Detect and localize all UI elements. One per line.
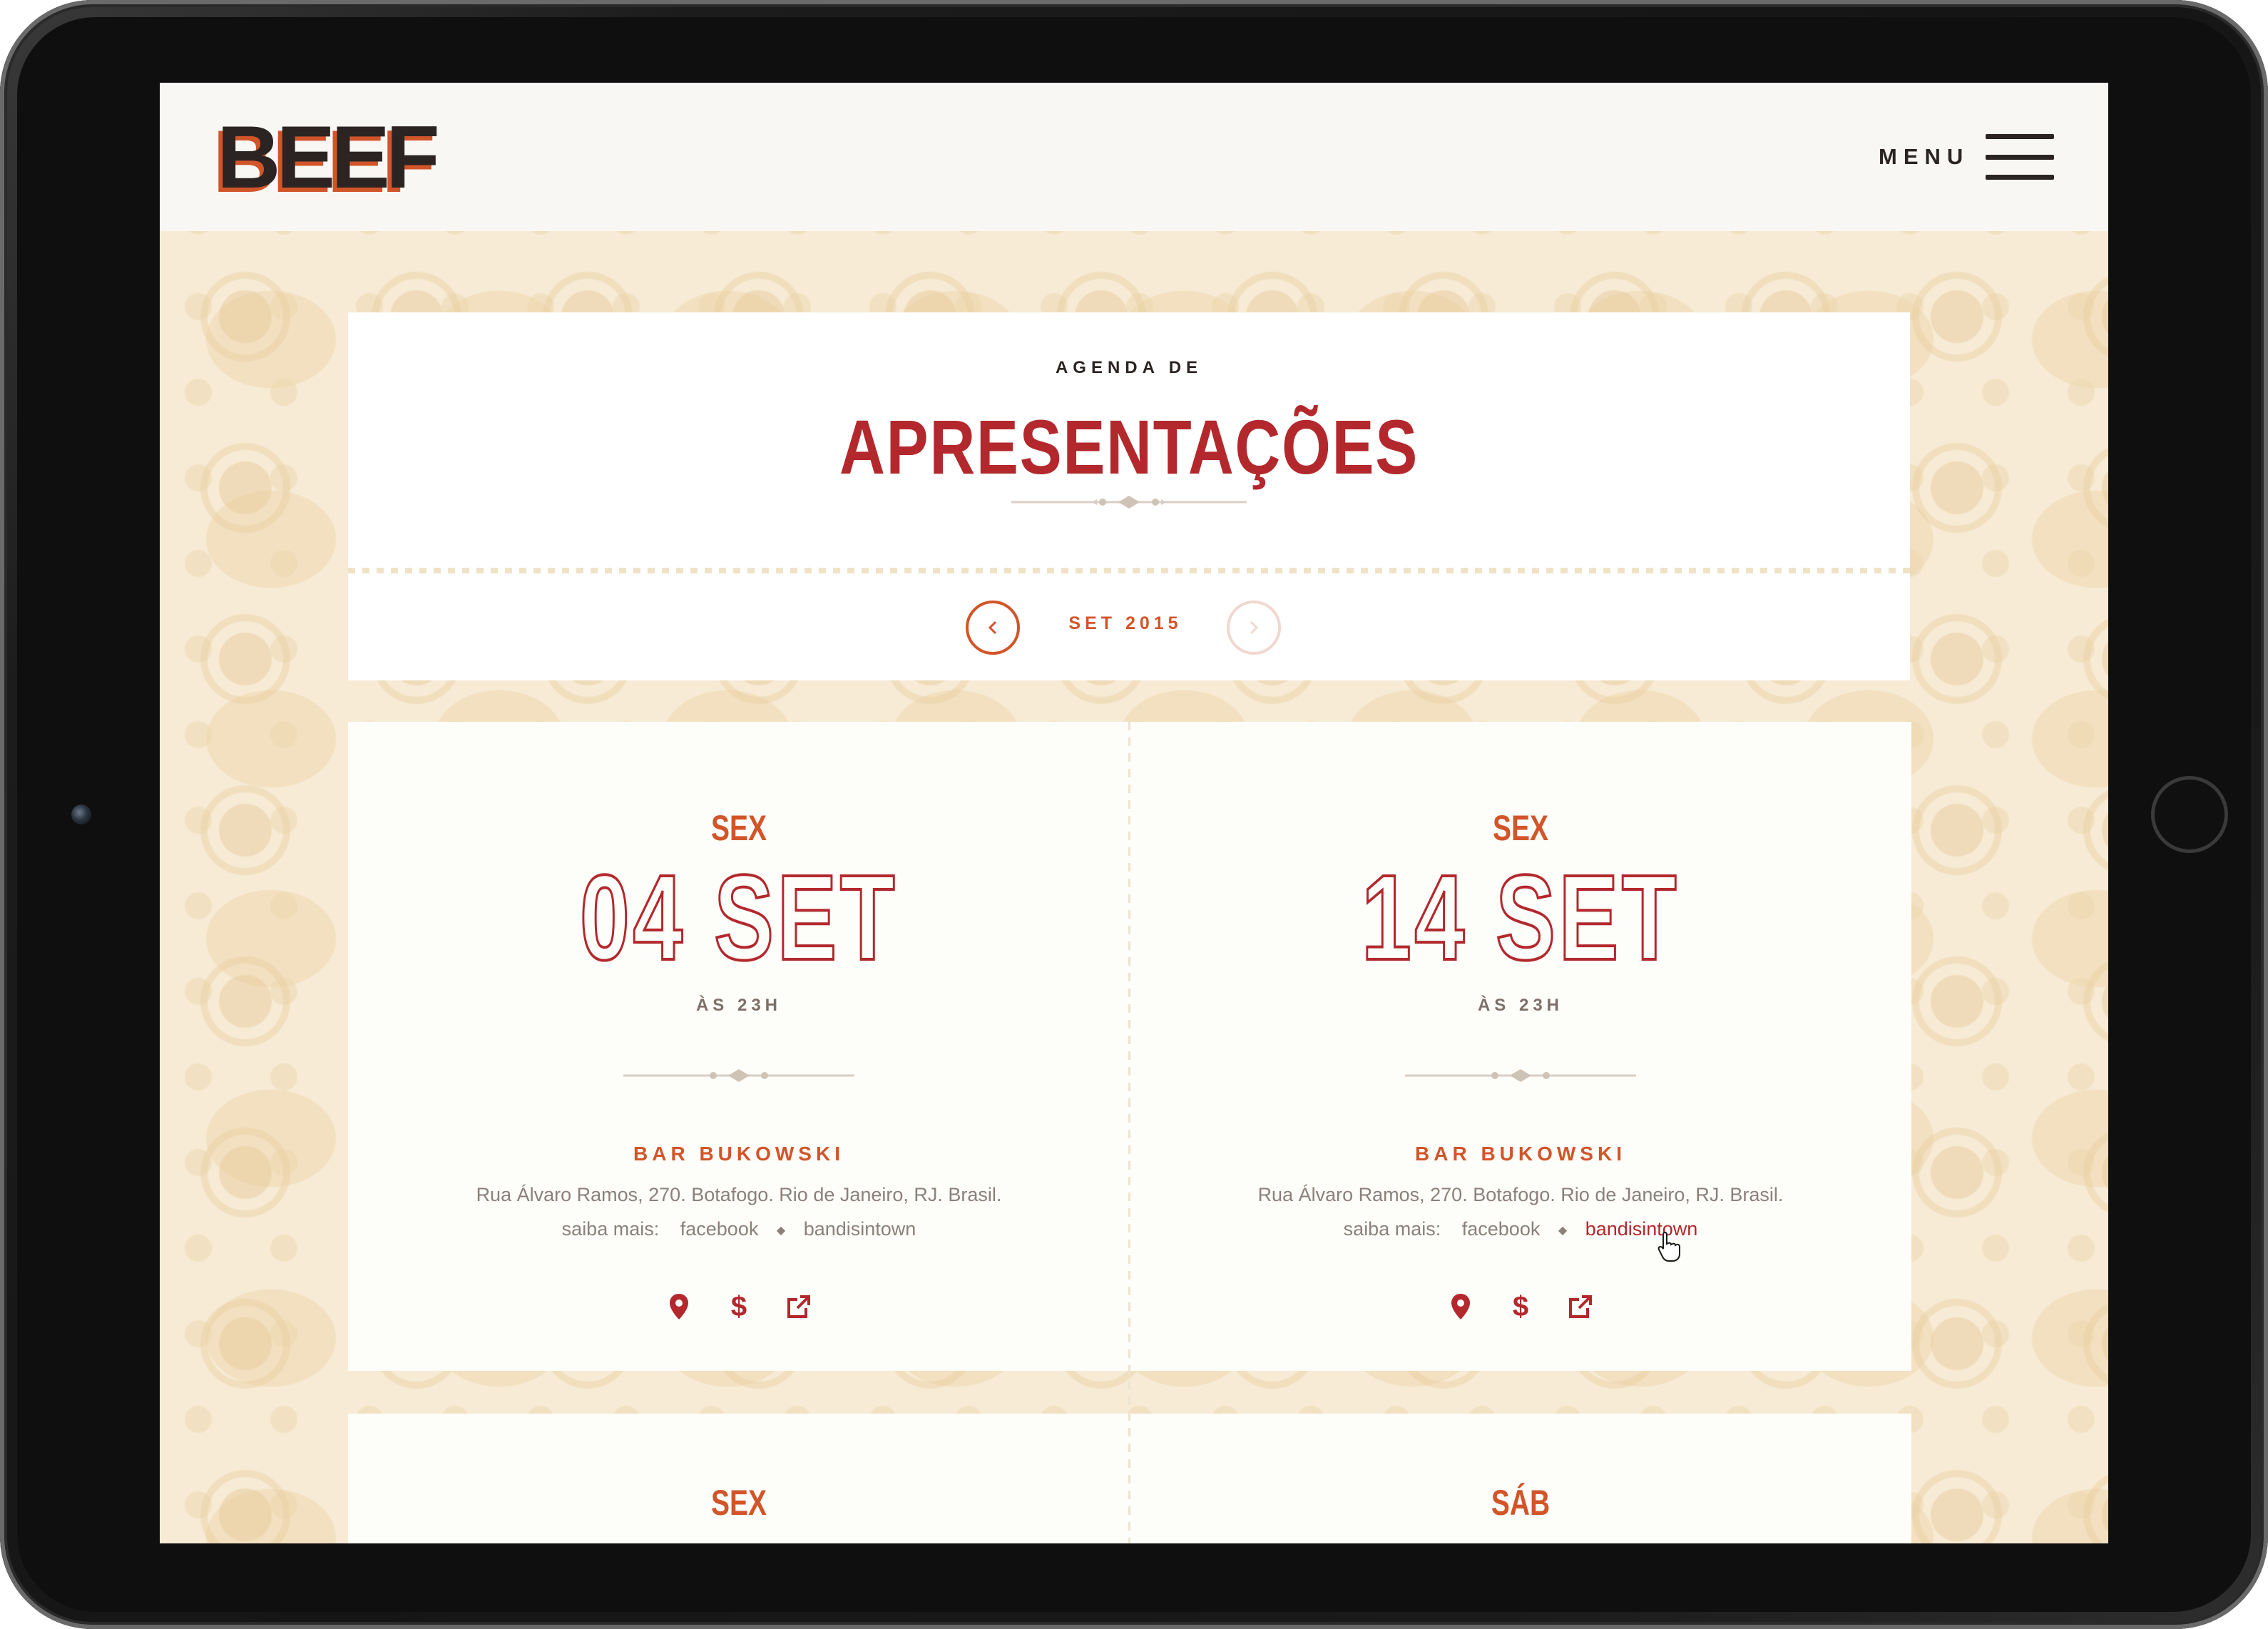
previous-month-button[interactable] [966,601,1020,655]
ornament-divider-icon [1011,496,1247,509]
menu-label[interactable]: MENU [1879,141,1969,173]
title-card: AGENDA DE APRESENTAÇÕES [348,312,1910,568]
hamburger-bar [1986,175,2054,180]
event-venue: BAR BUKOWSKI [1415,1143,1626,1165]
bandsintown-link[interactable]: bandisintown [804,1218,916,1240]
event-time: ÀS 23H [1477,996,1564,1015]
camera-icon [71,805,91,824]
ornament-divider-icon [623,1069,854,1082]
facebook-link[interactable]: facebook [1462,1218,1541,1240]
diamond-separator-icon: ◆ [1558,1224,1568,1237]
event-venue: BAR BUKOWSKI [633,1143,844,1165]
dollar-icon[interactable]: $ [725,1292,752,1321]
next-month-button[interactable] [1227,601,1281,655]
chevron-right-icon [1250,621,1259,635]
event-card: SEX 04 SET ÀS 23H BAR BUKOWSKI Rua Álvar… [348,722,1130,1371]
current-month-label: SET 2015 [1068,613,1182,633]
column-divider [1128,722,1130,1543]
event-address: Rua Álvaro Ramos, 270. Botafogo. Rio de … [476,1184,1002,1205]
map-pin-icon[interactable] [665,1292,693,1321]
event-links: saiba mais: facebook ◆ bandisintown [1130,1218,1911,1240]
event-weekday: SEX [710,808,767,848]
home-button[interactable] [2151,776,2228,853]
event-actions: $ [348,1292,1130,1321]
page-title: APRESENTAÇÕES [839,404,1419,490]
event-links: saiba mais: facebook ◆ bandisintown [348,1218,1130,1240]
facebook-link[interactable]: facebook [680,1218,759,1240]
hamburger-menu-icon[interactable] [1986,134,2054,180]
hamburger-bar [1986,154,2054,160]
month-navigation: SET 2015 [348,568,1910,680]
event-time: ÀS 23H [695,996,782,1015]
external-link-icon[interactable] [785,1292,812,1321]
chevron-left-icon [988,621,997,635]
hamburger-bar [1986,134,2054,139]
event-card: SEX 14 SET ÀS 23H BAR BUKOWSKI Rua Álvar… [1130,722,1911,1371]
event-card: SEX [348,1414,1130,1543]
event-date: 04 SET [578,850,899,986]
event-card: SÁB [1130,1414,1911,1543]
event-weekday: SEX [710,1483,767,1523]
logo[interactable]: BEEF [217,111,440,204]
screen: BEEF MENU AGENDA DE APRESENTAÇÕES SET 20… [160,83,2108,1543]
event-weekday: SEX [1492,808,1549,848]
title-eyebrow: AGENDA DE [1055,358,1203,377]
event-actions: $ [1130,1292,1911,1321]
external-link-icon[interactable] [1567,1292,1594,1321]
site-header: BEEF MENU [160,83,2108,231]
ornament-divider-icon [1405,1069,1636,1082]
map-pin-icon[interactable] [1447,1292,1474,1321]
links-label: saiba mais: [561,1218,660,1240]
event-address: Rua Álvaro Ramos, 270. Botafogo. Rio de … [1257,1184,1784,1205]
dollar-icon[interactable]: $ [1507,1292,1534,1321]
event-weekday: SÁB [1491,1483,1551,1523]
diamond-separator-icon: ◆ [776,1224,786,1237]
tablet-frame: BEEF MENU AGENDA DE APRESENTAÇÕES SET 20… [0,0,2268,1629]
event-date: 14 SET [1360,850,1680,986]
links-label: saiba mais: [1343,1218,1441,1240]
hand-cursor-icon [1657,1231,1680,1262]
